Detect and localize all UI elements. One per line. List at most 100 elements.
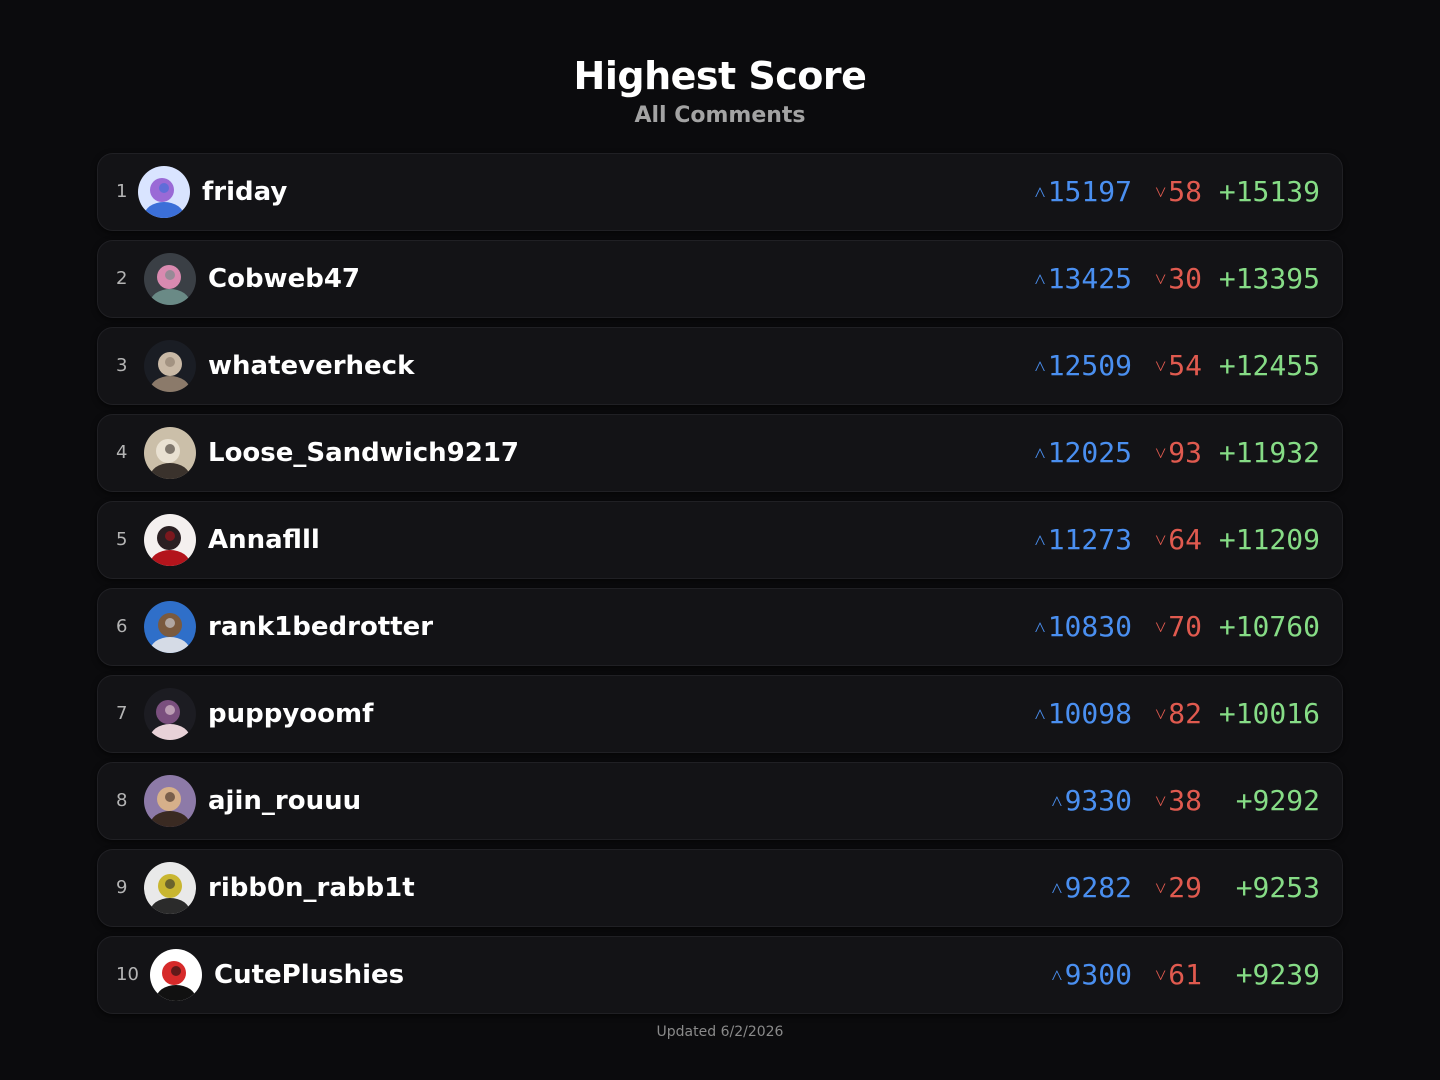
leaderboard-row[interactable]: 6 rank1bedrotter ˄ 10830 ˅ 70 +10760	[97, 588, 1343, 666]
downvote-count: ˅ 29	[1132, 850, 1202, 926]
net-score: +15139	[1218, 175, 1320, 208]
upvote-value: 10098	[1047, 697, 1132, 730]
downvote-value: 64	[1168, 523, 1202, 556]
leaderboard-row[interactable]: 2 Cobweb47 ˄ 13425 ˅ 30 +13395	[97, 240, 1343, 318]
rank-number: 9	[116, 877, 128, 898]
downvote-count: ˅ 93	[1132, 415, 1202, 491]
upvote-value: 11273	[1047, 523, 1132, 556]
downvote-value: 29	[1168, 871, 1202, 904]
rank-number: 6	[116, 616, 128, 637]
chevron-down-icon: ˅	[1155, 528, 1167, 552]
username-link[interactable]: CutePlushies	[214, 937, 404, 1013]
net-score: +11209	[1218, 523, 1320, 556]
chevron-down-icon: ˅	[1155, 267, 1167, 291]
upvote-count: ˄ 9300	[1000, 937, 1132, 1013]
rank-number: 2	[116, 268, 128, 289]
downvote-count: ˅ 58	[1132, 154, 1202, 230]
chevron-down-icon: ˅	[1155, 789, 1167, 813]
user-avatar[interactable]	[144, 253, 196, 305]
username-link[interactable]: whateverheck	[208, 328, 414, 404]
page-header: Highest Score All Comments	[0, 52, 1440, 130]
upvote-value: 10830	[1047, 610, 1132, 643]
user-avatar[interactable]	[144, 688, 196, 740]
upvote-count: ˄ 9330	[1000, 763, 1132, 839]
rank-number: 1	[116, 181, 128, 202]
username-link[interactable]: rank1bedrotter	[208, 589, 433, 665]
score-stats: ˄ 10098 ˅ 82 +10016	[1000, 676, 1320, 752]
upvote-value: 12509	[1047, 349, 1132, 382]
downvote-value: 82	[1168, 697, 1202, 730]
upvote-value: 13425	[1047, 262, 1132, 295]
upvote-count: ˄ 11273	[1000, 502, 1132, 578]
page-subtitle: All Comments	[634, 103, 806, 128]
chevron-down-icon: ˅	[1155, 441, 1167, 465]
chevron-down-icon: ˅	[1155, 354, 1167, 378]
chevron-up-icon: ˄	[1034, 528, 1046, 552]
username-link[interactable]: Annaflll	[208, 502, 320, 578]
rank-number: 8	[116, 790, 128, 811]
upvote-count: ˄ 10830	[1000, 589, 1132, 665]
downvote-value: 70	[1168, 610, 1202, 643]
score-stats: ˄ 9300 ˅ 61 +9239	[1000, 937, 1320, 1013]
user-avatar[interactable]	[144, 601, 196, 653]
user-avatar[interactable]	[150, 949, 202, 1001]
user-avatar[interactable]	[144, 514, 196, 566]
score-stats: ˄ 13425 ˅ 30 +13395	[1000, 241, 1320, 317]
user-avatar[interactable]	[138, 166, 190, 218]
chevron-down-icon: ˅	[1155, 963, 1167, 987]
score-stats: ˄ 12509 ˅ 54 +12455	[1000, 328, 1320, 404]
downvote-value: 58	[1168, 175, 1202, 208]
username-link[interactable]: friday	[202, 154, 287, 230]
username-link[interactable]: ajin_rouuu	[208, 763, 361, 839]
leaderboard-row[interactable]: 8 ajin_rouuu ˄ 9330 ˅ 38 +9292	[97, 762, 1343, 840]
net-score: +9239	[1235, 958, 1320, 991]
score-stats: ˄ 15197 ˅ 58 +15139	[1000, 154, 1320, 230]
username-link[interactable]: puppyoomf	[208, 676, 373, 752]
chevron-up-icon: ˄	[1051, 876, 1063, 900]
downvote-count: ˅ 64	[1132, 502, 1202, 578]
score-stats: ˄ 12025 ˅ 93 +11932	[1000, 415, 1320, 491]
leaderboard-row[interactable]: 9 ribb0n_rabb1t ˄ 9282 ˅ 29 +9253	[97, 849, 1343, 927]
username-link[interactable]: Cobweb47	[208, 241, 360, 317]
username-link[interactable]: ribb0n_rabb1t	[208, 850, 415, 926]
rank-number: 7	[116, 703, 128, 724]
chevron-down-icon: ˅	[1155, 876, 1167, 900]
downvote-count: ˅ 82	[1132, 676, 1202, 752]
username-link[interactable]: Loose_Sandwich9217	[208, 415, 519, 491]
user-avatar[interactable]	[144, 427, 196, 479]
chevron-down-icon: ˅	[1155, 180, 1167, 204]
net-score: +10016	[1218, 697, 1320, 730]
leaderboard-row[interactable]: 7 puppyoomf ˄ 10098 ˅ 82 +10016	[97, 675, 1343, 753]
upvote-count: ˄ 15197	[1000, 154, 1132, 230]
chevron-up-icon: ˄	[1051, 963, 1063, 987]
leaderboard-row[interactable]: 10 CutePlushies ˄ 9300 ˅ 61 +9239	[97, 936, 1343, 1014]
leaderboard-row[interactable]: 1 friday ˄ 15197 ˅ 58 +15139	[97, 153, 1343, 231]
updated-timestamp: Updated 6/2/2026	[656, 1024, 784, 1040]
downvote-count: ˅ 70	[1132, 589, 1202, 665]
upvote-count: ˄ 12025	[1000, 415, 1132, 491]
user-avatar[interactable]	[144, 340, 196, 392]
downvote-value: 38	[1168, 784, 1202, 817]
upvote-count: ˄ 9282	[1000, 850, 1132, 926]
net-score: +12455	[1218, 349, 1320, 382]
page-title: Highest Score	[573, 54, 867, 98]
upvote-value: 15197	[1047, 175, 1132, 208]
downvote-count: ˅ 30	[1132, 241, 1202, 317]
user-avatar[interactable]	[144, 862, 196, 914]
downvote-value: 54	[1168, 349, 1202, 382]
rank-number: 10	[116, 964, 139, 985]
score-stats: ˄ 11273 ˅ 64 +11209	[1000, 502, 1320, 578]
downvote-value: 93	[1168, 436, 1202, 469]
chevron-down-icon: ˅	[1155, 702, 1167, 726]
rank-number: 3	[116, 355, 128, 376]
upvote-count: ˄ 13425	[1000, 241, 1132, 317]
downvote-count: ˅ 38	[1132, 763, 1202, 839]
user-avatar[interactable]	[144, 775, 196, 827]
net-score: +11932	[1218, 436, 1320, 469]
downvote-count: ˅ 54	[1132, 328, 1202, 404]
chevron-up-icon: ˄	[1034, 441, 1046, 465]
leaderboard-row[interactable]: 5 Annaflll ˄ 11273 ˅ 64 +11209	[97, 501, 1343, 579]
chevron-up-icon: ˄	[1034, 702, 1046, 726]
leaderboard-row[interactable]: 3 whateverheck ˄ 12509 ˅ 54 +12455	[97, 327, 1343, 405]
leaderboard-row[interactable]: 4 Loose_Sandwich9217 ˄ 12025 ˅ 93 +11932	[97, 414, 1343, 492]
